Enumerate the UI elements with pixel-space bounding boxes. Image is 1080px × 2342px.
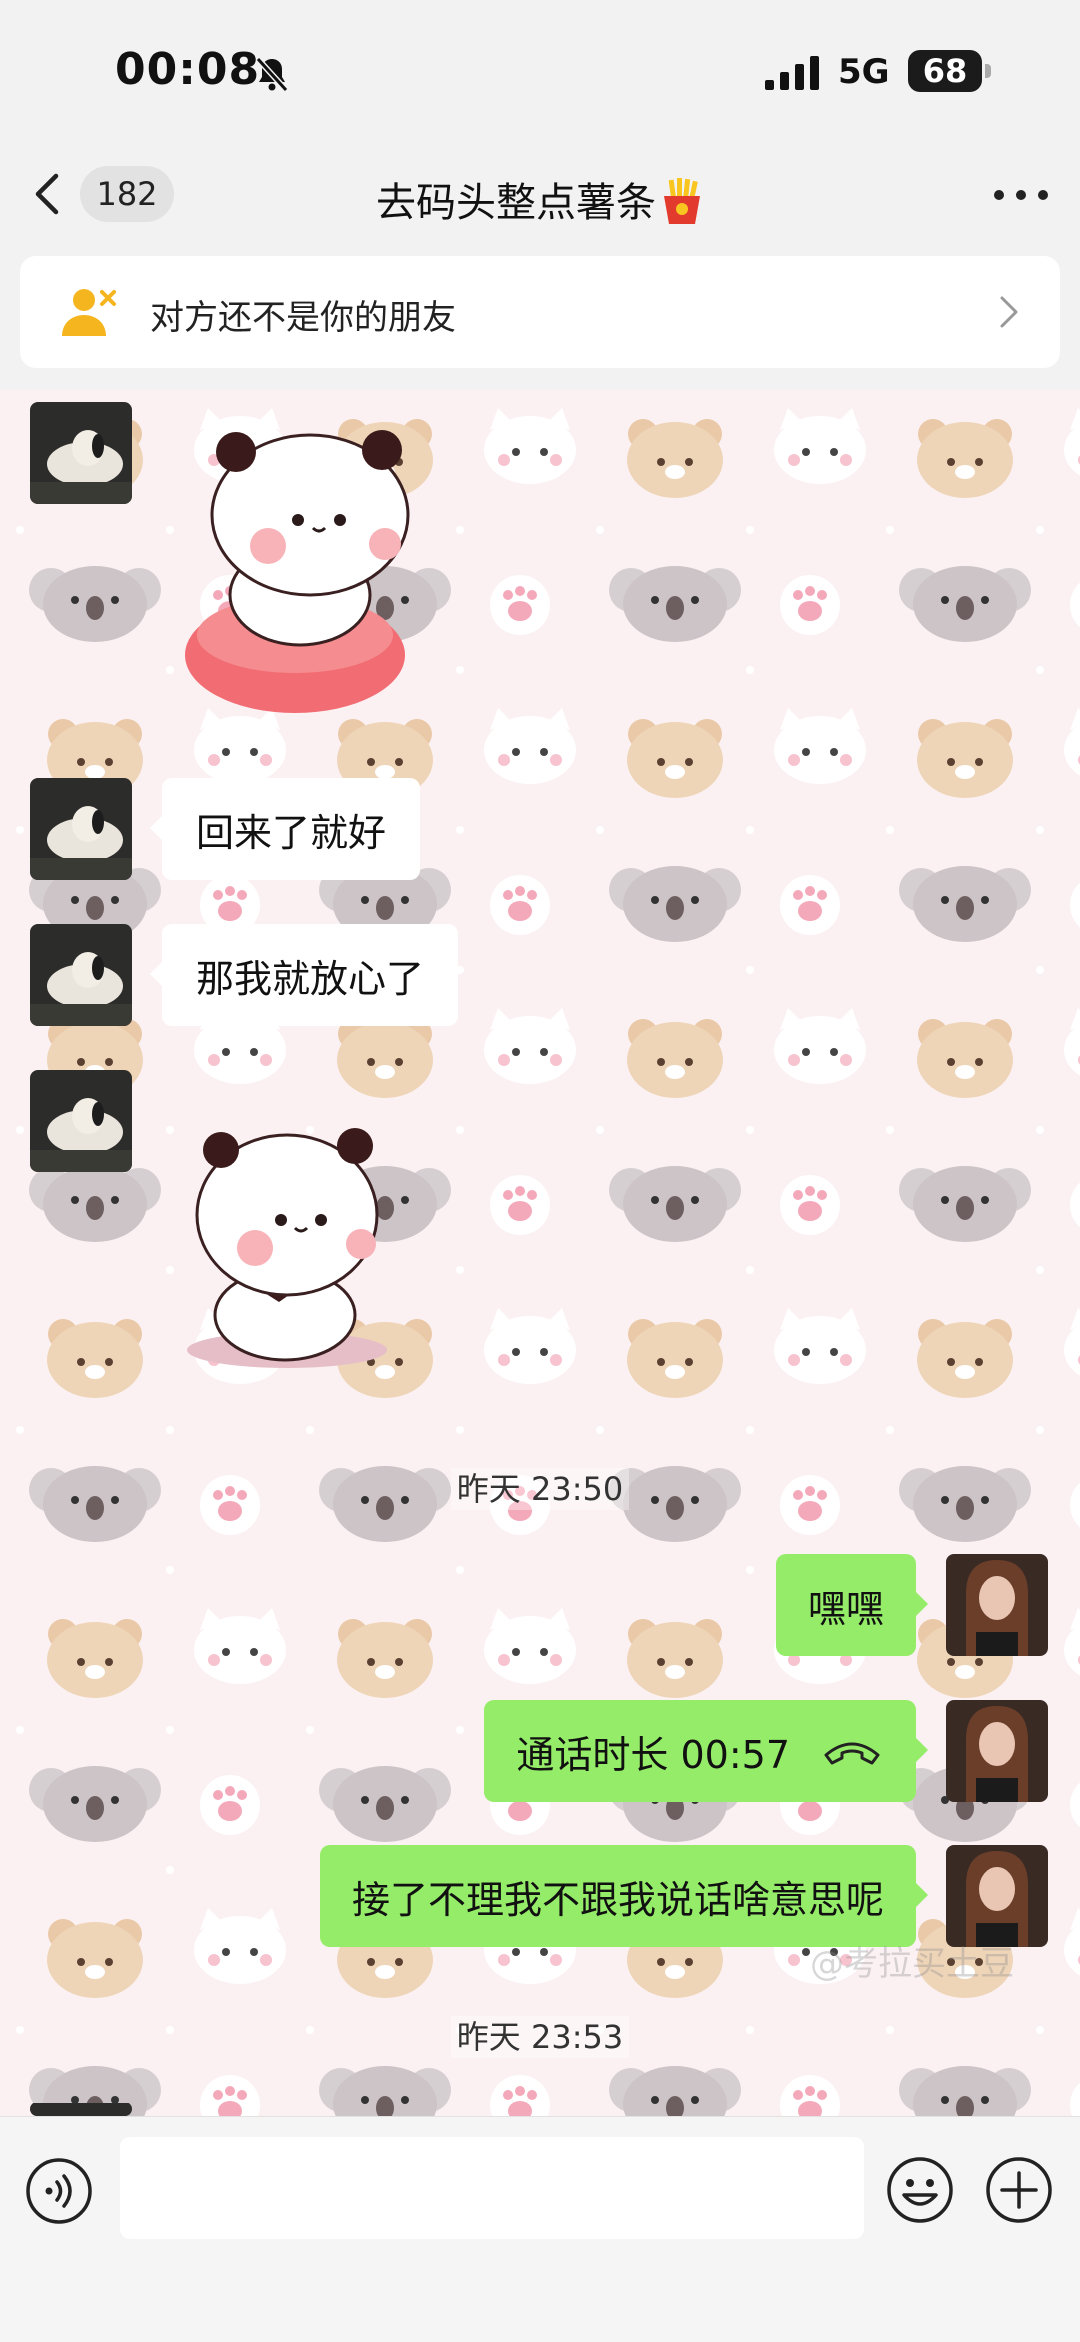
- chat-title: 去码头整点薯条: [0, 170, 1080, 228]
- not-friend-text: 对方还不是你的朋友: [150, 298, 456, 338]
- top-area: 00:08 5G 68 182 去码头整点薯条 对方还不是你的朋友: [0, 0, 1080, 390]
- girl-avatar-image: [946, 1700, 1048, 1802]
- dog-avatar-image: [30, 1070, 132, 1172]
- more-options-button[interactable]: [994, 180, 1048, 210]
- girl-avatar-image: [946, 1845, 1048, 1947]
- incoming-message-bubble[interactable]: 回来了就好: [149, 778, 421, 880]
- dog-avatar-image: [30, 924, 132, 1026]
- not-friend-banner[interactable]: 对方还不是你的朋友: [20, 256, 1060, 368]
- contact-avatar[interactable]: [30, 924, 132, 1026]
- voice-input-icon[interactable]: [25, 2157, 93, 2225]
- fries-emoji-icon: [664, 178, 700, 224]
- dog-avatar-image: [30, 778, 132, 880]
- panda-cushion-sticker[interactable]: [180, 420, 420, 720]
- incoming-message-bubble[interactable]: 那我就放心了: [149, 924, 459, 1026]
- signal-icon: [765, 56, 819, 90]
- dot-icon: [1016, 190, 1026, 200]
- panda-sitting-sticker[interactable]: [175, 1110, 405, 1390]
- mute-bell-icon: [255, 56, 289, 93]
- chat-nav-bar: 182 去码头整点薯条: [0, 140, 1080, 250]
- contact-avatar[interactable]: [30, 778, 132, 880]
- add-friend-icon: [62, 289, 116, 336]
- message-input[interactable]: [120, 2137, 864, 2239]
- message-timestamp: 昨天 23:53: [0, 2012, 1080, 2058]
- my-avatar[interactable]: [946, 1700, 1048, 1802]
- girl-avatar-image: [946, 1554, 1048, 1656]
- contact-avatar-partial[interactable]: [30, 2102, 132, 2116]
- outgoing-message-bubble[interactable]: 嘿嘿: [775, 1554, 929, 1656]
- message-text: 那我就放心了: [196, 956, 425, 1001]
- phone-hangup-icon: [824, 1742, 880, 1765]
- my-avatar[interactable]: [946, 1554, 1048, 1656]
- battery-indicator: 68: [908, 50, 982, 92]
- my-avatar[interactable]: [946, 1845, 1048, 1947]
- outgoing-call-record-bubble[interactable]: 通话时长 00:57: [484, 1700, 928, 1802]
- chevron-right-icon: [1000, 296, 1018, 328]
- dog-avatar-image: [30, 402, 132, 504]
- status-bar: 00:08 5G 68: [0, 0, 1080, 140]
- message-text: 回来了就好: [196, 810, 387, 855]
- chat-title-text: 去码头整点薯条: [376, 180, 656, 226]
- battery-tip: [985, 64, 991, 78]
- call-duration-text: 通话时长 00:57: [516, 1732, 790, 1777]
- add-attachment-icon[interactable]: [984, 2155, 1054, 2225]
- message-text: 接了不理我不跟我说话啥意思呢: [351, 1877, 884, 1922]
- contact-avatar[interactable]: [30, 1070, 132, 1172]
- message-input-bar: [0, 2116, 1080, 2342]
- emoji-icon[interactable]: [885, 2155, 955, 2225]
- message-timestamp: 昨天 23:50: [0, 1464, 1080, 1510]
- contact-avatar[interactable]: [30, 402, 132, 504]
- outgoing-message-bubble[interactable]: 接了不理我不跟我说话啥意思呢: [319, 1845, 929, 1947]
- watermark-text: @考拉买土豆: [810, 1944, 1014, 1984]
- network-type: 5G: [838, 52, 890, 92]
- message-text: 嘿嘿: [807, 1586, 884, 1631]
- status-time: 00:08: [115, 44, 261, 95]
- dot-icon: [994, 190, 1004, 200]
- timestamp-text: 昨天 23:53: [450, 2016, 630, 2058]
- timestamp-text: 昨天 23:50: [450, 1468, 630, 1510]
- dot-icon: [1038, 190, 1048, 200]
- chat-area[interactable]: 回来了就好 那我就放心了 昨天 23:50 嘿嘿 通话时长 00:57 接了不理…: [0, 390, 1080, 2116]
- dog-avatar-image: [30, 2103, 132, 2116]
